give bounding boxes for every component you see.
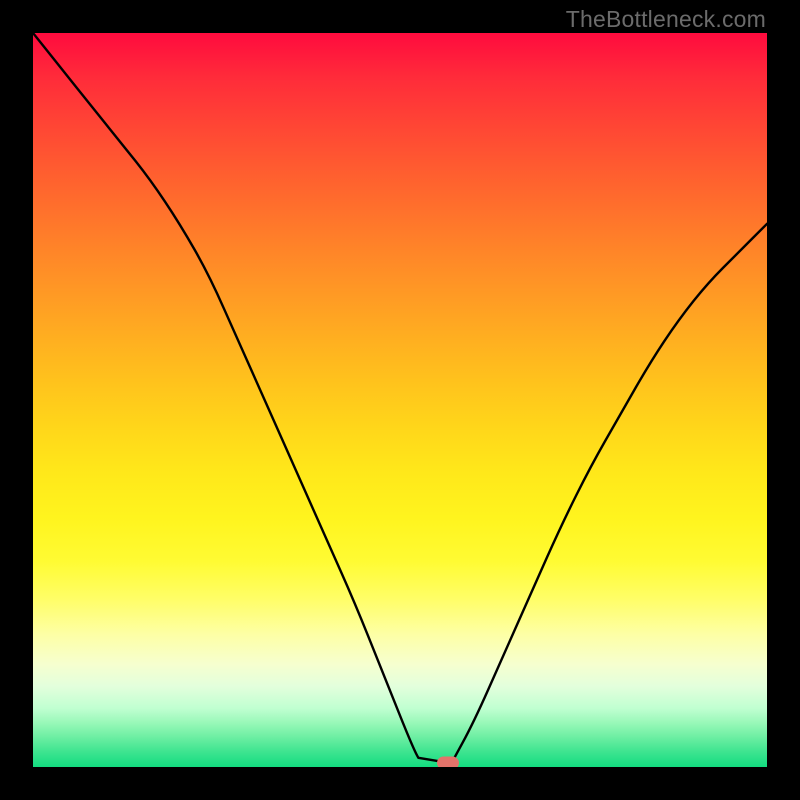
chart-frame: TheBottleneck.com — [0, 0, 800, 800]
minimum-marker — [437, 757, 459, 767]
bottleneck-curve — [33, 33, 767, 767]
plot-area — [33, 33, 767, 767]
watermark-text: TheBottleneck.com — [566, 6, 766, 33]
